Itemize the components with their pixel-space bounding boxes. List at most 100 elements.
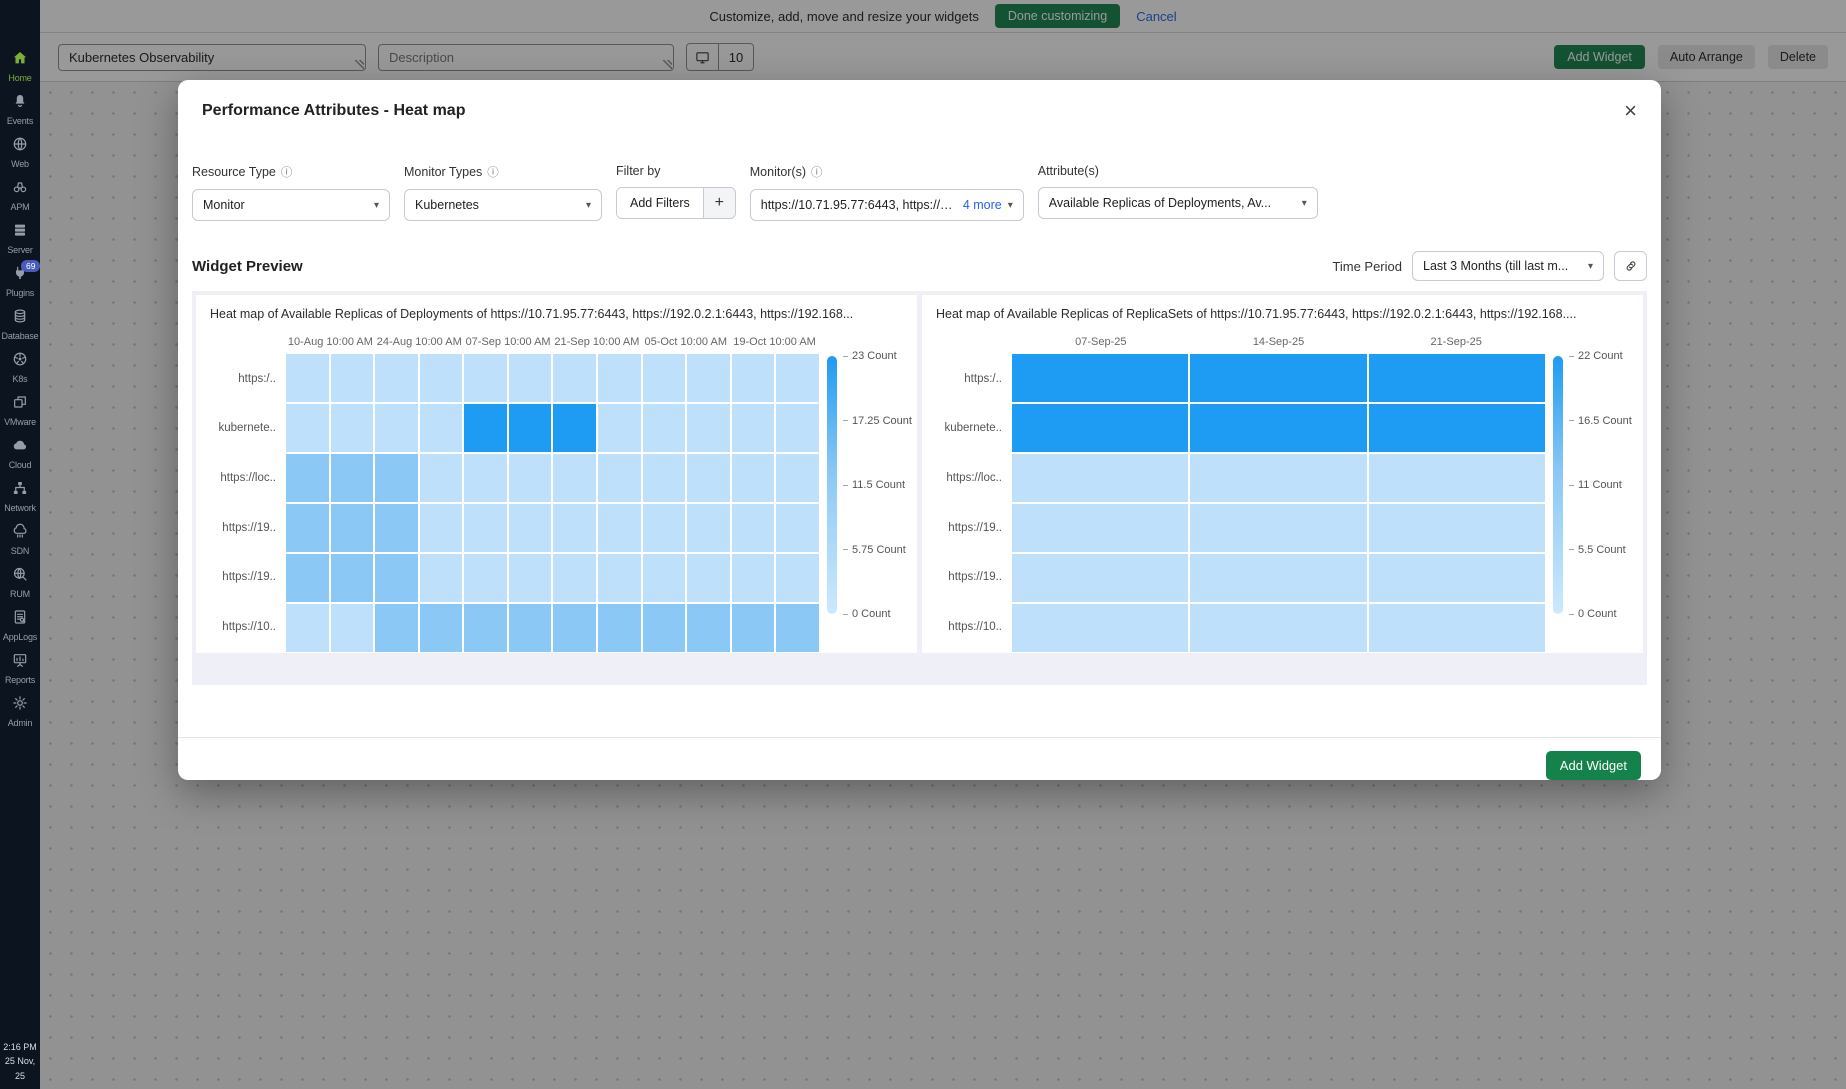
heatmap-cell[interactable] [553,604,596,652]
heatmap-cell[interactable] [1012,404,1188,452]
heatmap-cell[interactable] [375,604,418,652]
heatmap-cell[interactable] [643,554,686,602]
heatmap-cell[interactable] [375,504,418,552]
heatmap-cell[interactable] [509,554,552,602]
heatmap-cell[interactable] [598,404,641,452]
heatmap-cell[interactable] [643,454,686,502]
heatmap-cell[interactable] [464,504,507,552]
heatmap-cell[interactable] [776,504,819,552]
heatmap-cell[interactable] [286,404,329,452]
sidebar-item-server[interactable]: Server [0,222,40,265]
heatmap-cell[interactable] [420,454,463,502]
add-filters-button[interactable]: Add Filters [617,188,703,218]
heatmap-cell[interactable] [286,554,329,602]
time-period-select[interactable]: Last 3 Months (till last m... ▾ [1412,251,1604,281]
sidebar-item-network[interactable]: Network [0,480,40,523]
sidebar-item-plugins[interactable]: Plugins69 [0,265,40,308]
heatmap-cell[interactable] [1190,404,1366,452]
sidebar-item-sdn[interactable]: SDN [0,523,40,566]
heatmap-cell[interactable] [1190,554,1366,602]
sidebar-item-rum[interactable]: RUM [0,566,40,609]
heatmap-cell[interactable] [553,554,596,602]
sidebar-item-cloud[interactable]: Cloud [0,437,40,480]
heatmap-cell[interactable] [687,454,730,502]
heatmap-cell[interactable] [464,604,507,652]
heatmap-cell[interactable] [464,554,507,602]
heatmap-cell[interactable] [687,554,730,602]
heatmap-cell[interactable] [776,454,819,502]
heatmap-cell[interactable] [286,504,329,552]
heatmap-cell[interactable] [1369,454,1545,502]
heatmap-cell[interactable] [286,454,329,502]
heatmap-cell[interactable] [375,354,418,402]
heatmap-cell[interactable] [598,354,641,402]
heatmap-cell[interactable] [1190,354,1366,402]
heatmap-cell[interactable] [1190,454,1366,502]
heatmap-cell[interactable] [1369,554,1545,602]
heatmap-cell[interactable] [553,354,596,402]
heatmap-cell[interactable] [687,354,730,402]
monitors-select[interactable]: https://10.71.95.77:6443, https://192.0.… [750,189,1024,221]
sidebar-item-events[interactable]: Events [0,93,40,136]
heatmap-cell[interactable] [732,554,775,602]
heatmap-cell[interactable] [1012,354,1188,402]
copy-link-button[interactable] [1614,251,1647,281]
heatmap-cell[interactable] [420,504,463,552]
heatmap-cell[interactable] [331,404,374,452]
heatmap-cell[interactable] [598,554,641,602]
heatmap-cell[interactable] [375,554,418,602]
heatmap-cell[interactable] [509,454,552,502]
heatmap-cell[interactable] [331,454,374,502]
heatmap-cell[interactable] [331,554,374,602]
heatmap-cell[interactable] [732,604,775,652]
info-icon[interactable]: ⓘ [281,164,293,180]
heatmap-cell[interactable] [331,504,374,552]
heatmap-cell[interactable] [598,454,641,502]
heatmap-cell[interactable] [1190,604,1366,652]
sidebar-item-web[interactable]: Web [0,136,40,179]
heatmap-cell[interactable] [509,404,552,452]
heatmap-cell[interactable] [687,404,730,452]
heatmap-cell[interactable] [643,504,686,552]
monitor-types-select[interactable]: Kubernetes ▾ [404,189,602,221]
heatmap-cell[interactable] [598,604,641,652]
heatmap-cell[interactable] [553,504,596,552]
heatmap-cell[interactable] [1012,554,1188,602]
heatmap-cell[interactable] [732,504,775,552]
add-filter-plus-button[interactable]: + [703,188,735,218]
heatmap-cell[interactable] [732,454,775,502]
heatmap-cell[interactable] [509,604,552,652]
heatmap-cell[interactable] [420,404,463,452]
heatmap-cell[interactable] [776,554,819,602]
heatmap-cell[interactable] [1012,454,1188,502]
sidebar-item-k8s[interactable]: K8s [0,351,40,394]
attributes-select[interactable]: Available Replicas of Deployments, Av...… [1038,187,1318,219]
heatmap-cell[interactable] [464,404,507,452]
sidebar-item-apm[interactable]: APM [0,179,40,222]
heatmap-cell[interactable] [687,604,730,652]
heatmap-cell[interactable] [776,604,819,652]
info-icon[interactable]: ⓘ [811,164,823,180]
heatmap-cell[interactable] [420,604,463,652]
heatmap-cell[interactable] [420,554,463,602]
heatmap-cell[interactable] [553,454,596,502]
heatmap-cell[interactable] [732,404,775,452]
heatmap-cell[interactable] [286,604,329,652]
heatmap-cell[interactable] [776,404,819,452]
heatmap-cell[interactable] [331,604,374,652]
heatmap-cell[interactable] [776,354,819,402]
sidebar-item-database[interactable]: Database [0,308,40,351]
heatmap-cell[interactable] [464,454,507,502]
heatmap-cell[interactable] [286,354,329,402]
sidebar-item-vmware[interactable]: VMware [0,394,40,437]
add-widget-button[interactable]: Add Widget [1546,751,1641,780]
sidebar-item-applogs[interactable]: AppLogs [0,609,40,652]
heatmap-cell[interactable] [732,354,775,402]
sidebar-item-home[interactable]: Home [0,50,40,93]
heatmap-cell[interactable] [375,404,418,452]
heatmap-cell[interactable] [643,404,686,452]
heatmap-cell[interactable] [464,354,507,402]
more-monitors-link[interactable]: 4 more [963,198,1002,212]
heatmap-cell[interactable] [643,354,686,402]
heatmap-cell[interactable] [553,404,596,452]
